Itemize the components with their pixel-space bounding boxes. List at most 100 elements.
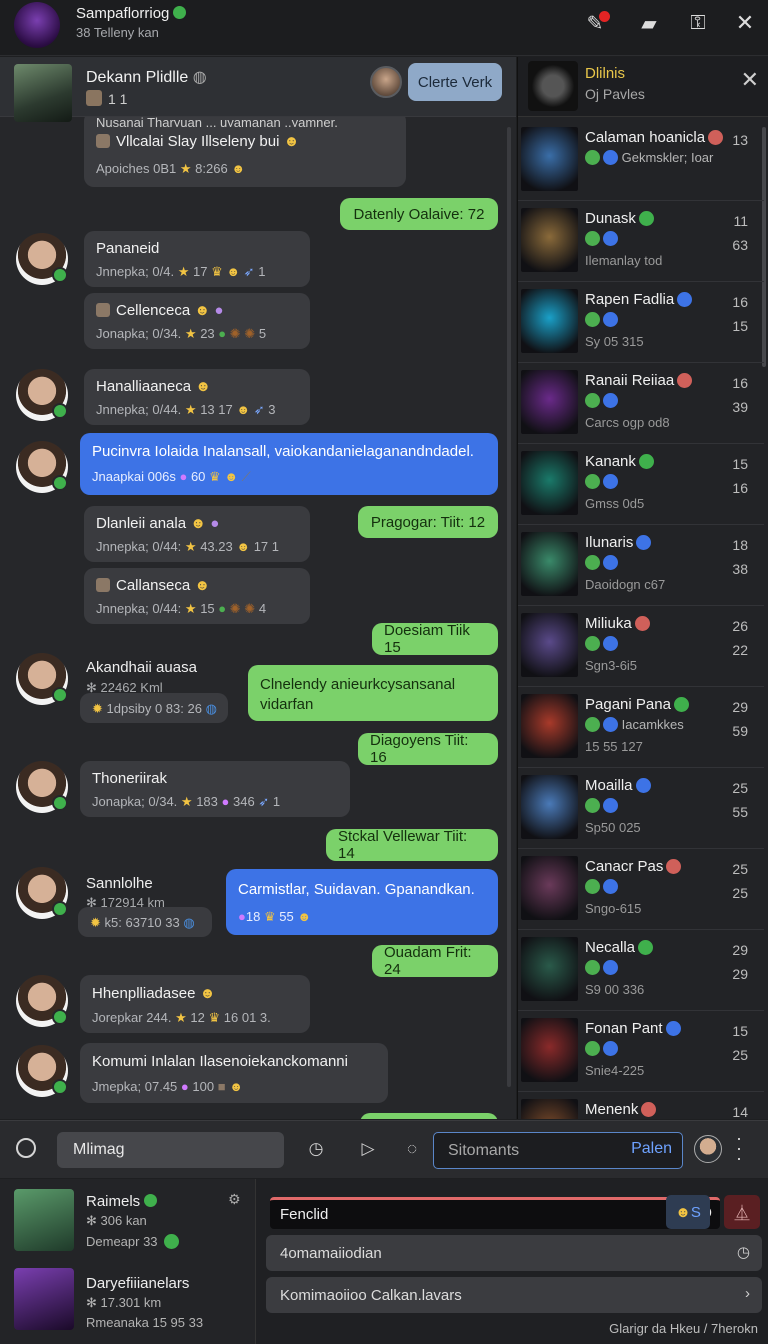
panel-list-item[interactable]: Dunask Ilemanlay tod 11 63 <box>518 201 764 282</box>
more-options-icon[interactable]: · · · <box>736 1129 742 1167</box>
sender-avatar[interactable] <box>16 233 68 285</box>
message-bubble-highlighted[interactable]: Pucinvra Iolaida Inalansall, vaiokandani… <box>80 433 498 495</box>
message-chip[interactable]: ✹ 1dpsiby 0 83: 26 ◍ <box>80 693 228 723</box>
sender-avatar[interactable] <box>16 867 68 919</box>
message-meta: Jnaapkai 006s ● 60 ♛ ☻ ⟋ <box>92 469 251 484</box>
gear-icon[interactable]: ⚙ <box>228 1191 241 1208</box>
panel-list-item[interactable]: Miliuka Sgn3-6i5 26 22 <box>518 606 764 687</box>
search-field[interactable]: Sitomants Palen <box>433 1132 683 1169</box>
sender-name: Dlanleii anala ☻ ● <box>96 515 220 532</box>
message-bubble[interactable]: Dlanleii anala ☻ ● Jnnepka; 0/44: ★ 43.2… <box>84 506 310 562</box>
contact-thumbnail[interactable] <box>14 1189 74 1251</box>
blue-badge-icon <box>603 636 618 651</box>
channel-thumbnail[interactable] <box>14 64 72 122</box>
panel-list-item[interactable]: Menenk 14 <box>518 1092 764 1119</box>
panel-list-item[interactable]: Fonan Pant Snie4-225 15 25 <box>518 1011 764 1092</box>
star-icon: ★ <box>184 326 197 341</box>
panel-list-item[interactable]: Ilunaris Daoidogn c67 18 38 <box>518 525 764 606</box>
close-icon[interactable]: ✕ <box>728 8 762 38</box>
message-bubble[interactable]: Callanseca ☻ Jnnepka; 0/44: ★ 15 ● ✺ ✺ 4 <box>84 568 310 624</box>
sender-avatar[interactable] <box>16 369 68 421</box>
profile-lock-icon[interactable]: ⚿ <box>681 8 715 38</box>
panel-list-item[interactable]: Ranaii Reiiaa Carcs ogp od8 16 39 <box>518 363 764 444</box>
outgoing-bubble[interactable]: Ouadam Frit: 24 <box>372 944 498 978</box>
contact-thumbnail[interactable] <box>14 1268 74 1330</box>
item-meta: Snie4-225 <box>585 1063 645 1078</box>
message-bubble[interactable]: Cellenceca ☻ ● Jonapka; 0/34. ★ 23 ● ✺ ✺… <box>84 293 310 349</box>
sender-avatar[interactable] <box>16 441 68 493</box>
timer-icon[interactable]: ◷ <box>302 1135 330 1163</box>
message-bubble-highlighted[interactable]: Carmistlar, Suidavan. Gpanandkan. ●18 ♛ … <box>226 869 498 935</box>
sender-avatar[interactable] <box>16 653 68 705</box>
orb-icon: ● <box>214 302 224 319</box>
chat-bubbles-icon[interactable]: ▰ <box>632 8 666 38</box>
command-text: Fenclid <box>280 1206 329 1223</box>
outgoing-bubble[interactable]: Doesiam Tiik 15 <box>372 622 498 656</box>
orb-icon: ● <box>180 1079 189 1094</box>
green-badge-icon <box>585 879 600 894</box>
search-button[interactable]: Palen <box>631 1140 672 1158</box>
status-badge-icon <box>634 616 650 631</box>
panel-list-item[interactable]: Necalla S9 00 336 29 29 <box>518 930 764 1011</box>
blue-badge-icon <box>603 960 618 975</box>
crown-icon: ♛ <box>263 909 276 924</box>
outgoing-bubble[interactable]: Clnelendy anieurkcysansanal vidarfan <box>248 665 498 721</box>
alert-button[interactable]: ⏅ <box>724 1195 760 1229</box>
notification-dot <box>599 11 610 22</box>
item-secondary-count: 25 <box>732 885 748 901</box>
panel-list-item[interactable]: Calaman hoanicla Gekmskler; Ioar 13 <box>518 120 764 201</box>
media-play-icon[interactable]: ▷ <box>354 1135 382 1163</box>
outgoing-text: Clnelendy anieurkcysansanal vidarfan <box>260 676 456 713</box>
sender-avatar[interactable] <box>16 761 68 813</box>
option-row[interactable]: 4omamaiiodian ◷ <box>266 1235 762 1271</box>
panel-list-item[interactable]: Canacr Pas Sngo-615 25 25 <box>518 849 764 930</box>
command-bar[interactable]: Fenclid O <box>270 1197 720 1229</box>
message-bubble[interactable]: Hanalliaaneca ☻ Jnnepka; 0/44. ★ 13 17 ☻… <box>84 369 310 425</box>
sender-avatar[interactable] <box>16 1045 68 1097</box>
bottom-section: ⚙ Raimels ✻ 306 kan Demeapr 33 Daryefiii… <box>0 1179 768 1344</box>
emoji-toggle-button[interactable]: ☻ S <box>666 1195 710 1229</box>
message-bubble[interactable]: Thoneriirak Jonapka; 0/34. ★ 183 ● 346 ➶… <box>80 761 350 817</box>
chat-scrollbar[interactable] <box>507 127 511 1087</box>
panel-list-item[interactable]: Moailla Sp50 025 25 55 <box>518 768 764 849</box>
message-chip[interactable]: ✹ k5: 63710 33 ◍ <box>78 907 212 937</box>
user-avatar[interactable] <box>694 1135 722 1163</box>
outgoing-bubble-partial[interactable] <box>360 1113 498 1119</box>
message-bubble[interactable]: Nusanai Tharyuan ... uyamanan ..yamner. … <box>84 111 406 187</box>
item-thumbnail <box>521 856 578 920</box>
outgoing-bubble[interactable]: Stckal Vellewar Tiit: 14 <box>326 828 498 862</box>
green-badge-icon <box>585 312 600 327</box>
message-bubble[interactable]: Komumi Inlalan Ilasenoiekanckomanni Jmep… <box>80 1043 388 1103</box>
channel-subtitle: 1 1 <box>108 91 128 107</box>
option-row[interactable]: Komimaoiioo Calkan.lavars › <box>266 1277 762 1313</box>
blue-badge-icon <box>603 231 618 246</box>
chat-icon[interactable]: ◌ <box>398 1135 426 1163</box>
message-bubble[interactable]: Pananeid Jnnepka; 0/4. ★ 17 ♛ ☻ ➶ 1 <box>84 231 310 287</box>
item-name: Rapen Fadlia <box>585 291 693 308</box>
outgoing-bubble[interactable]: Diagoyens Tiit: 16 <box>358 732 498 766</box>
app-title: Sampaflorriog <box>76 5 187 22</box>
panel-list-item[interactable]: Kanank Gmss 0d5 15 16 <box>518 444 764 525</box>
sender-name: Hhenplliadasee ☻ <box>92 985 216 1002</box>
close-icon[interactable]: ✕ <box>741 67 759 93</box>
message-input[interactable]: Mlimag <box>57 1132 284 1168</box>
outgoing-bubble[interactable]: Datenly Oalaive: 72 <box>340 198 498 230</box>
panel-list-item[interactable]: Pagani Pana Iacamkkes 15 55 127 29 59 <box>518 687 764 768</box>
star-icon: ★ <box>184 601 197 616</box>
member-avatar[interactable] <box>370 66 402 98</box>
item-secondary-count: 29 <box>732 966 748 982</box>
emoji-icon: ☻ <box>194 577 211 594</box>
sender-avatar[interactable] <box>16 975 68 1027</box>
panel-list-item[interactable]: Rapen Fadlia Sy 05 315 16 15 <box>518 282 764 363</box>
message-bubble[interactable]: Hhenplliadasee ☻ Jorepkar 244. ★ 12 ♛ 16… <box>80 975 310 1033</box>
rocket-icon: ➶ <box>243 264 255 279</box>
app-avatar[interactable] <box>14 2 60 48</box>
record-toggle[interactable] <box>16 1138 36 1158</box>
item-detail <box>585 312 618 327</box>
outgoing-bubble[interactable]: Pragogar: Tiit: 12 <box>358 506 498 538</box>
pencil-badge-icon[interactable]: ✎ <box>578 8 612 38</box>
sender-name: Hanalliaaneca ☻ <box>96 378 212 395</box>
verified-icon <box>144 1194 158 1207</box>
emoji-icon: ☻ <box>236 402 251 417</box>
channel-action-button[interactable]: Clerte Verk <box>408 63 502 101</box>
